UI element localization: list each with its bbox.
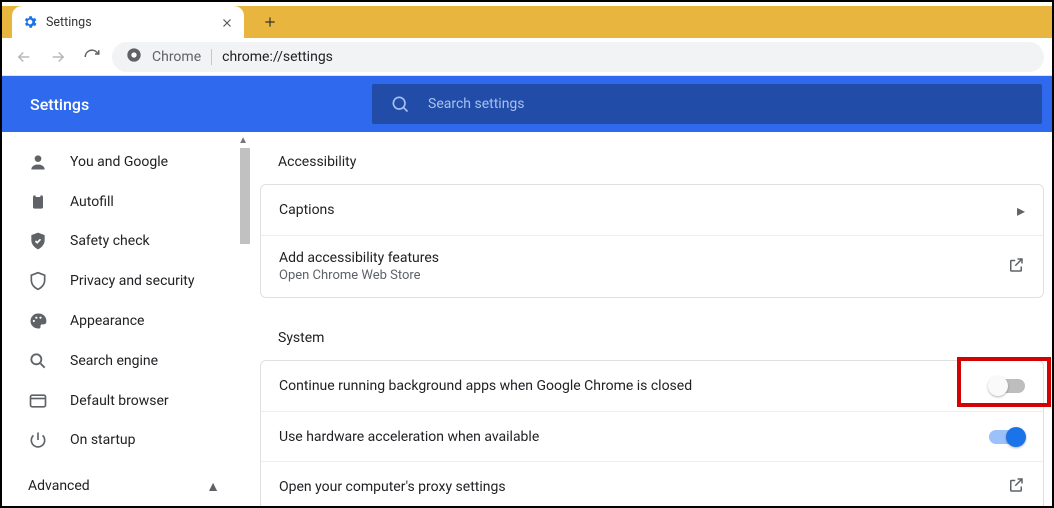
url-scheme-label: Chrome bbox=[152, 49, 201, 65]
sidebar-item-label: You and Google bbox=[70, 154, 168, 170]
external-link-icon bbox=[1007, 256, 1025, 278]
row-title: Open your computer's proxy settings bbox=[279, 479, 1007, 495]
close-icon[interactable] bbox=[220, 15, 234, 29]
sidebar-item-label: Privacy and security bbox=[70, 273, 194, 289]
row-title: Continue running background apps when Go… bbox=[279, 378, 989, 394]
sidebar-item-on-startup[interactable]: On startup bbox=[2, 420, 250, 460]
shield-icon bbox=[28, 271, 48, 291]
browser-icon bbox=[28, 391, 48, 411]
tab-title: Settings bbox=[46, 15, 212, 30]
palette-icon bbox=[28, 311, 48, 331]
settings-header: Settings bbox=[2, 76, 1052, 132]
sidebar-item-safety-check[interactable]: Safety check bbox=[2, 222, 250, 262]
system-card: Continue running background apps when Go… bbox=[260, 360, 1044, 506]
chevron-up-icon: ▲ bbox=[206, 478, 220, 495]
row-background-apps[interactable]: Continue running background apps when Go… bbox=[261, 361, 1043, 411]
row-proxy-settings[interactable]: Open your computer's proxy settings bbox=[261, 461, 1043, 506]
shield-check-icon bbox=[28, 231, 48, 251]
scroll-up-icon[interactable]: ▲ bbox=[238, 135, 248, 146]
browser-toolbar: Chrome chrome://settings bbox=[2, 38, 1052, 76]
search-icon bbox=[390, 94, 410, 114]
settings-sidebar: ▲ You and Google Autofill Safety check P… bbox=[2, 132, 250, 506]
sidebar-item-privacy[interactable]: Privacy and security bbox=[2, 261, 250, 301]
search-icon bbox=[28, 351, 48, 371]
page-title: Settings bbox=[2, 95, 372, 114]
sidebar-scrollbar[interactable] bbox=[240, 148, 250, 244]
search-settings-field[interactable] bbox=[372, 84, 1042, 124]
url-text: chrome://settings bbox=[222, 49, 333, 65]
gear-icon bbox=[22, 14, 38, 30]
sidebar-item-autofill[interactable]: Autofill bbox=[2, 182, 250, 222]
sidebar-advanced-toggle[interactable]: Advanced ▲ bbox=[2, 466, 250, 506]
sidebar-item-search-engine[interactable]: Search engine bbox=[2, 341, 250, 381]
reload-button[interactable] bbox=[78, 43, 106, 71]
sidebar-item-label: On startup bbox=[70, 432, 136, 448]
new-tab-button[interactable] bbox=[256, 8, 284, 36]
row-title: Use hardware acceleration when available bbox=[279, 429, 989, 445]
toggle-hardware-accel[interactable] bbox=[989, 430, 1025, 444]
forward-button[interactable] bbox=[44, 43, 72, 71]
chrome-icon bbox=[126, 47, 142, 67]
address-bar[interactable]: Chrome chrome://settings bbox=[112, 42, 1044, 72]
row-add-accessibility[interactable]: Add accessibility features Open Chrome W… bbox=[261, 235, 1043, 297]
sidebar-item-label: Search engine bbox=[70, 353, 158, 369]
person-icon bbox=[28, 152, 48, 172]
row-title: Captions bbox=[279, 202, 1017, 218]
sidebar-item-you-and-google[interactable]: You and Google bbox=[2, 142, 250, 182]
settings-content: Accessibility Captions ▸ Add accessibili… bbox=[250, 132, 1052, 506]
clipboard-icon bbox=[28, 192, 48, 212]
browser-tab-settings[interactable]: Settings bbox=[12, 6, 244, 38]
toggle-background-apps[interactable] bbox=[989, 379, 1025, 393]
search-input[interactable] bbox=[428, 96, 1024, 112]
sidebar-item-appearance[interactable]: Appearance bbox=[2, 301, 250, 341]
sidebar-item-label: Autofill bbox=[70, 194, 114, 210]
section-title-system: System bbox=[260, 324, 1044, 360]
row-captions[interactable]: Captions ▸ bbox=[261, 185, 1043, 235]
section-title-accessibility: Accessibility bbox=[260, 148, 1044, 184]
sidebar-item-label: Appearance bbox=[70, 313, 144, 329]
advanced-label: Advanced bbox=[28, 478, 90, 494]
row-hardware-accel[interactable]: Use hardware acceleration when available bbox=[261, 411, 1043, 461]
chevron-right-icon: ▸ bbox=[1017, 201, 1025, 220]
accessibility-card: Captions ▸ Add accessibility features Op… bbox=[260, 184, 1044, 298]
sidebar-item-label: Default browser bbox=[70, 393, 169, 409]
sidebar-item-label: Safety check bbox=[70, 233, 150, 249]
row-title: Add accessibility features bbox=[279, 250, 1007, 266]
external-link-icon bbox=[1007, 476, 1025, 498]
sidebar-item-default-browser[interactable]: Default browser bbox=[2, 381, 250, 421]
power-icon bbox=[28, 430, 48, 450]
browser-tabstrip: Settings bbox=[2, 2, 1052, 38]
back-button[interactable] bbox=[10, 43, 38, 71]
row-subtitle: Open Chrome Web Store bbox=[279, 268, 1007, 283]
